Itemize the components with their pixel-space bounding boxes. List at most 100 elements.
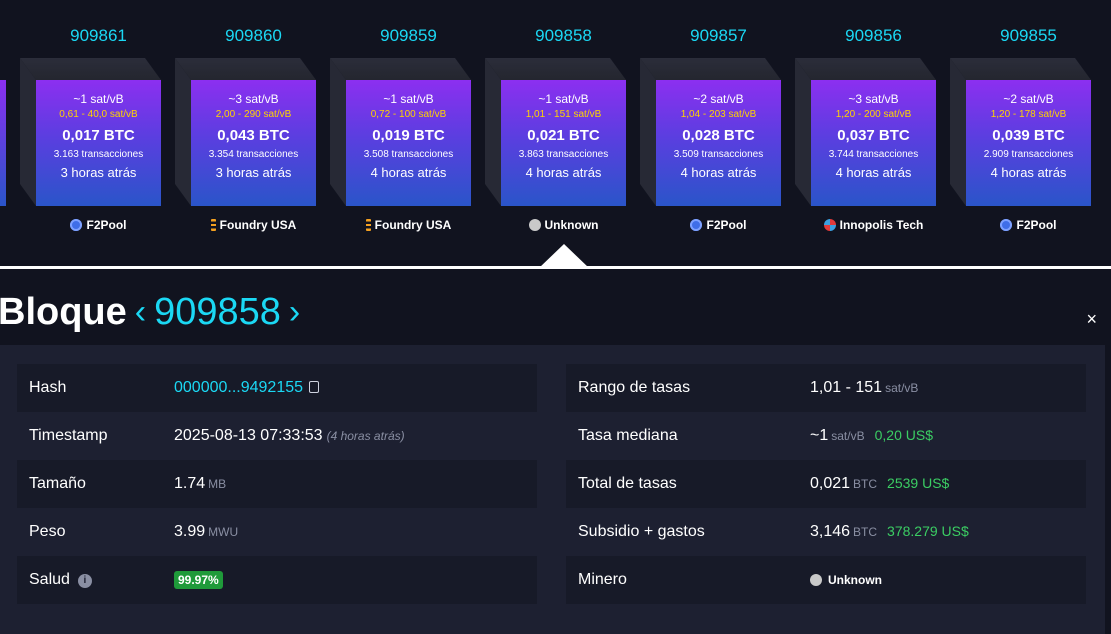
weight-value: 3.99 xyxy=(174,523,206,540)
block-miner[interactable]: F2Pool xyxy=(966,218,1091,232)
block-miner[interactable]: Unknown xyxy=(501,218,626,232)
size-value: 1.74 xyxy=(174,475,206,492)
page-title: Bloque ‹ 909858 › xyxy=(0,287,308,337)
partial-block[interactable] xyxy=(0,80,6,206)
block-miner[interactable]: Foundry USA xyxy=(191,218,316,232)
block-height[interactable]: 909856 xyxy=(811,26,936,46)
weight-unit: MWU xyxy=(208,525,239,539)
close-button[interactable]: × xyxy=(1086,309,1097,330)
table-row-fee-range: Rango de tasas 1,01 - 151 sat/vB xyxy=(566,364,1086,412)
block-909857[interactable]: 909857 ~2 sat/vB 1,04 - 203 sat/vB 0,028… xyxy=(640,18,811,238)
block-cube-side xyxy=(485,58,501,206)
median-fee-label: Tasa mediana xyxy=(578,427,678,444)
subsidy-usd: 378.279 US$ xyxy=(887,523,969,539)
miner-value: Unknown xyxy=(828,573,882,587)
hash-link[interactable]: 000000...9492155 xyxy=(174,379,303,396)
block-miner[interactable]: F2Pool xyxy=(656,218,781,232)
fee-range-unit: sat/vB xyxy=(885,381,919,395)
block-time-ago: 4 horas atrás xyxy=(835,165,912,180)
fee-range-label: Rango de tasas xyxy=(578,379,691,396)
table-row-median-fee: Tasa mediana ~1 sat/vB 0,20 US$ xyxy=(566,412,1086,460)
miner-name: Unknown xyxy=(544,218,599,232)
block-909855[interactable]: 909855 ~2 sat/vB 1,20 - 178 sat/vB 0,039… xyxy=(950,18,1111,238)
block-height-title: 909858 xyxy=(154,290,281,333)
block-miner[interactable]: F2Pool xyxy=(36,218,161,232)
block-cube-side xyxy=(175,58,191,206)
block-median-fee: ~1 sat/vB xyxy=(538,92,589,106)
block-cube-top xyxy=(640,58,781,80)
block-fee-range: 1,01 - 151 sat/vB xyxy=(525,109,602,120)
title-word: Bloque xyxy=(0,290,127,333)
detail-table-left: Hash 000000...9492155 Timestamp 2025-08-… xyxy=(17,364,537,604)
miner-name: F2Pool xyxy=(706,218,747,232)
block-tx-count: 3.509 transacciones xyxy=(673,149,764,160)
prev-block-button[interactable]: ‹ xyxy=(135,295,146,329)
block-cube-top xyxy=(795,58,936,80)
block-fees-total: 0,021 BTC xyxy=(527,127,600,144)
block-miner[interactable]: Innopolis Tech xyxy=(811,218,936,232)
block-face[interactable]: ~3 sat/vB 2,00 - 290 sat/vB 0,043 BTC 3.… xyxy=(191,80,316,206)
block-time-ago: 4 horas atrás xyxy=(990,165,1067,180)
block-cube-side xyxy=(950,58,966,206)
total-fees-usd: 2539 US$ xyxy=(887,475,950,491)
timestamp-value: 2025-08-13 07:33:53 xyxy=(174,427,323,444)
table-row-hash: Hash 000000...9492155 xyxy=(17,364,537,412)
info-icon[interactable]: i xyxy=(77,574,92,588)
f2pool-icon xyxy=(70,219,83,231)
next-block-button[interactable]: › xyxy=(289,295,300,329)
miner-name: F2Pool xyxy=(1016,218,1057,232)
miner-name: Foundry USA xyxy=(374,218,452,232)
block-height[interactable]: 909860 xyxy=(191,26,316,46)
block-face[interactable]: ~2 sat/vB 1,20 - 178 sat/vB 0,039 BTC 2.… xyxy=(966,80,1091,206)
block-height[interactable]: 909858 xyxy=(501,26,626,46)
table-row-health: Salud i 99.97% xyxy=(17,556,537,604)
block-height[interactable]: 909855 xyxy=(966,26,1091,46)
block-tx-count: 3.863 transacciones xyxy=(518,149,609,160)
timestamp-label: Timestamp xyxy=(29,427,108,444)
block-909856[interactable]: 909856 ~3 sat/vB 1,20 - 200 sat/vB 0,037… xyxy=(795,18,966,238)
block-height[interactable]: 909861 xyxy=(36,26,161,46)
subsidy-value: 3,146 xyxy=(810,523,851,540)
table-row-subsidy: Subsidio + gastos 3,146 BTC 378.279 US$ xyxy=(566,508,1086,556)
subsidy-label: Subsidio + gastos xyxy=(578,523,705,540)
block-face[interactable]: ~1 sat/vB 0,72 - 100 sat/vB 0,019 BTC 3.… xyxy=(346,80,471,206)
block-fee-range: 1,04 - 203 sat/vB xyxy=(680,109,757,120)
block-miner[interactable]: Foundry USA xyxy=(346,218,471,232)
block-fee-range: 0,72 - 100 sat/vB xyxy=(370,109,447,120)
subsidy-unit: BTC xyxy=(853,525,878,539)
health-label: Salud i xyxy=(17,571,174,589)
block-909861[interactable]: 909861 ~1 sat/vB 0,61 - 40,0 sat/vB 0,01… xyxy=(20,18,191,238)
block-median-fee: ~1 sat/vB xyxy=(383,92,434,106)
block-cube-top xyxy=(175,58,316,80)
block-face[interactable]: ~1 sat/vB 0,61 - 40,0 sat/vB 0,017 BTC 3… xyxy=(36,80,161,206)
timestamp-ago: (4 horas atrás) xyxy=(326,429,405,443)
blockchain-strip: 909861 ~1 sat/vB 0,61 - 40,0 sat/vB 0,01… xyxy=(0,0,1111,268)
table-row-miner: Minero Unknown xyxy=(566,556,1086,604)
detail-table-right: Rango de tasas 1,01 - 151 sat/vB Tasa med… xyxy=(566,364,1086,604)
miner-link[interactable]: Unknown xyxy=(810,573,1086,587)
block-height[interactable]: 909859 xyxy=(346,26,471,46)
block-height[interactable]: 909857 xyxy=(656,26,781,46)
block-fees-total: 0,039 BTC xyxy=(992,127,1065,144)
block-face[interactable]: ~3 sat/vB 1,20 - 200 sat/vB 0,037 BTC 3.… xyxy=(811,80,936,206)
block-time-ago: 3 horas atrás xyxy=(60,165,137,180)
block-face[interactable]: ~2 sat/vB 1,04 - 203 sat/vB 0,028 BTC 3.… xyxy=(656,80,781,206)
block-cube-top xyxy=(20,58,161,80)
innopolis-icon xyxy=(823,219,836,231)
block-median-fee: ~3 sat/vB xyxy=(228,92,279,106)
block-time-ago: 4 horas atrás xyxy=(525,165,602,180)
block-fees-total: 0,019 BTC xyxy=(372,127,445,144)
fee-range-value: 1,01 - 151 xyxy=(810,379,883,396)
block-tx-count: 3.744 transacciones xyxy=(828,149,919,160)
block-face[interactable]: ~1 sat/vB 1,01 - 151 sat/vB 0,021 BTC 3.… xyxy=(501,80,626,206)
block-909860[interactable]: 909860 ~3 sat/vB 2,00 - 290 sat/vB 0,043… xyxy=(175,18,346,238)
block-909859[interactable]: 909859 ~1 sat/vB 0,72 - 100 sat/vB 0,019… xyxy=(330,18,501,238)
health-badge[interactable]: 99.97% xyxy=(174,571,223,589)
block-tx-count: 3.163 transacciones xyxy=(53,149,144,160)
block-fee-range: 2,00 - 290 sat/vB xyxy=(215,109,292,120)
table-row-timestamp: Timestamp 2025-08-13 07:33:53 (4 horas at… xyxy=(17,412,537,460)
copy-icon[interactable] xyxy=(309,381,320,393)
block-909858-selected[interactable]: 909858 ~1 sat/vB 1,01 - 151 sat/vB 0,021… xyxy=(485,18,656,238)
foundry-icon xyxy=(210,219,216,231)
median-fee-usd: 0,20 US$ xyxy=(874,427,933,443)
